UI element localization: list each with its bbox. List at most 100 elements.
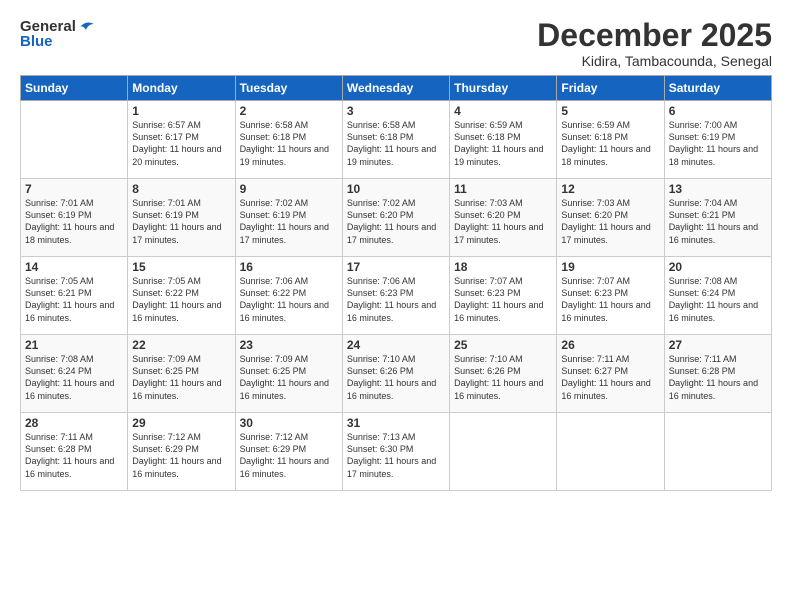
cell-info: Sunrise: 7:11 AMSunset: 6:27 PMDaylight:… — [561, 353, 659, 402]
cell-w4-d6: 26Sunrise: 7:11 AMSunset: 6:27 PMDayligh… — [557, 335, 664, 413]
day-number: 3 — [347, 104, 445, 118]
cell-w2-d1: 7Sunrise: 7:01 AMSunset: 6:19 PMDaylight… — [21, 179, 128, 257]
cell-info: Sunrise: 7:04 AMSunset: 6:21 PMDaylight:… — [669, 197, 767, 246]
day-number: 4 — [454, 104, 552, 118]
day-number: 28 — [25, 416, 123, 430]
day-number: 19 — [561, 260, 659, 274]
week-row-4: 21Sunrise: 7:08 AMSunset: 6:24 PMDayligh… — [21, 335, 772, 413]
cell-info: Sunrise: 7:11 AMSunset: 6:28 PMDaylight:… — [25, 431, 123, 480]
day-number: 10 — [347, 182, 445, 196]
cell-info: Sunrise: 7:07 AMSunset: 6:23 PMDaylight:… — [561, 275, 659, 324]
cell-w4-d3: 23Sunrise: 7:09 AMSunset: 6:25 PMDayligh… — [235, 335, 342, 413]
title-block: December 2025 Kidira, Tambacounda, Seneg… — [537, 18, 772, 69]
day-number: 29 — [132, 416, 230, 430]
day-number: 17 — [347, 260, 445, 274]
cell-info: Sunrise: 7:05 AMSunset: 6:22 PMDaylight:… — [132, 275, 230, 324]
cell-info: Sunrise: 7:02 AMSunset: 6:20 PMDaylight:… — [347, 197, 445, 246]
cell-info: Sunrise: 7:06 AMSunset: 6:22 PMDaylight:… — [240, 275, 338, 324]
day-number: 30 — [240, 416, 338, 430]
logo-swoosh — [78, 20, 96, 34]
cell-info: Sunrise: 7:03 AMSunset: 6:20 PMDaylight:… — [561, 197, 659, 246]
location-subtitle: Kidira, Tambacounda, Senegal — [537, 53, 772, 69]
header-saturday: Saturday — [664, 76, 771, 101]
cell-w4-d5: 25Sunrise: 7:10 AMSunset: 6:26 PMDayligh… — [450, 335, 557, 413]
cell-w4-d4: 24Sunrise: 7:10 AMSunset: 6:26 PMDayligh… — [342, 335, 449, 413]
cell-info: Sunrise: 7:02 AMSunset: 6:19 PMDaylight:… — [240, 197, 338, 246]
day-number: 11 — [454, 182, 552, 196]
header-row: Sunday Monday Tuesday Wednesday Thursday… — [21, 76, 772, 101]
cell-info: Sunrise: 7:03 AMSunset: 6:20 PMDaylight:… — [454, 197, 552, 246]
cell-w3-d5: 18Sunrise: 7:07 AMSunset: 6:23 PMDayligh… — [450, 257, 557, 335]
cell-w3-d7: 20Sunrise: 7:08 AMSunset: 6:24 PMDayligh… — [664, 257, 771, 335]
cell-info: Sunrise: 6:59 AMSunset: 6:18 PMDaylight:… — [454, 119, 552, 168]
cell-w2-d4: 10Sunrise: 7:02 AMSunset: 6:20 PMDayligh… — [342, 179, 449, 257]
cell-w5-d1: 28Sunrise: 7:11 AMSunset: 6:28 PMDayligh… — [21, 413, 128, 491]
cell-w3-d1: 14Sunrise: 7:05 AMSunset: 6:21 PMDayligh… — [21, 257, 128, 335]
day-number: 13 — [669, 182, 767, 196]
cell-info: Sunrise: 7:10 AMSunset: 6:26 PMDaylight:… — [347, 353, 445, 402]
cell-w5-d7 — [664, 413, 771, 491]
cell-info: Sunrise: 7:09 AMSunset: 6:25 PMDaylight:… — [240, 353, 338, 402]
logo-blue: Blue — [20, 33, 53, 50]
cell-w1-d5: 4Sunrise: 6:59 AMSunset: 6:18 PMDaylight… — [450, 101, 557, 179]
cell-info: Sunrise: 7:00 AMSunset: 6:19 PMDaylight:… — [669, 119, 767, 168]
week-row-3: 14Sunrise: 7:05 AMSunset: 6:21 PMDayligh… — [21, 257, 772, 335]
week-row-5: 28Sunrise: 7:11 AMSunset: 6:28 PMDayligh… — [21, 413, 772, 491]
day-number: 12 — [561, 182, 659, 196]
cell-info: Sunrise: 7:08 AMSunset: 6:24 PMDaylight:… — [669, 275, 767, 324]
week-row-2: 7Sunrise: 7:01 AMSunset: 6:19 PMDaylight… — [21, 179, 772, 257]
cell-w5-d5 — [450, 413, 557, 491]
cell-info: Sunrise: 6:59 AMSunset: 6:18 PMDaylight:… — [561, 119, 659, 168]
day-number: 2 — [240, 104, 338, 118]
day-number: 25 — [454, 338, 552, 352]
cell-w4-d1: 21Sunrise: 7:08 AMSunset: 6:24 PMDayligh… — [21, 335, 128, 413]
header-wednesday: Wednesday — [342, 76, 449, 101]
cell-info: Sunrise: 7:11 AMSunset: 6:28 PMDaylight:… — [669, 353, 767, 402]
day-number: 21 — [25, 338, 123, 352]
day-number: 7 — [25, 182, 123, 196]
day-number: 22 — [132, 338, 230, 352]
cell-w1-d3: 2Sunrise: 6:58 AMSunset: 6:18 PMDaylight… — [235, 101, 342, 179]
cell-w4-d2: 22Sunrise: 7:09 AMSunset: 6:25 PMDayligh… — [128, 335, 235, 413]
day-number: 9 — [240, 182, 338, 196]
logo: General Blue — [20, 18, 96, 51]
cell-w2-d7: 13Sunrise: 7:04 AMSunset: 6:21 PMDayligh… — [664, 179, 771, 257]
cell-w3-d4: 17Sunrise: 7:06 AMSunset: 6:23 PMDayligh… — [342, 257, 449, 335]
day-number: 6 — [669, 104, 767, 118]
cell-info: Sunrise: 6:58 AMSunset: 6:18 PMDaylight:… — [347, 119, 445, 168]
cell-w1-d1 — [21, 101, 128, 179]
header-friday: Friday — [557, 76, 664, 101]
header-monday: Monday — [128, 76, 235, 101]
header-tuesday: Tuesday — [235, 76, 342, 101]
header: General Blue December 2025 Kidira, Tamba… — [20, 18, 772, 69]
cell-w5-d3: 30Sunrise: 7:12 AMSunset: 6:29 PMDayligh… — [235, 413, 342, 491]
header-sunday: Sunday — [21, 76, 128, 101]
day-number: 24 — [347, 338, 445, 352]
day-number: 20 — [669, 260, 767, 274]
cell-info: Sunrise: 7:10 AMSunset: 6:26 PMDaylight:… — [454, 353, 552, 402]
cell-w4-d7: 27Sunrise: 7:11 AMSunset: 6:28 PMDayligh… — [664, 335, 771, 413]
cell-info: Sunrise: 7:07 AMSunset: 6:23 PMDaylight:… — [454, 275, 552, 324]
cell-w1-d2: 1Sunrise: 6:57 AMSunset: 6:17 PMDaylight… — [128, 101, 235, 179]
cell-info: Sunrise: 7:12 AMSunset: 6:29 PMDaylight:… — [240, 431, 338, 480]
calendar-page: General Blue December 2025 Kidira, Tamba… — [0, 0, 792, 612]
day-number: 8 — [132, 182, 230, 196]
day-number: 15 — [132, 260, 230, 274]
cell-w2-d5: 11Sunrise: 7:03 AMSunset: 6:20 PMDayligh… — [450, 179, 557, 257]
day-number: 18 — [454, 260, 552, 274]
cell-info: Sunrise: 7:09 AMSunset: 6:25 PMDaylight:… — [132, 353, 230, 402]
cell-w1-d7: 6Sunrise: 7:00 AMSunset: 6:19 PMDaylight… — [664, 101, 771, 179]
day-number: 27 — [669, 338, 767, 352]
cell-w2-d3: 9Sunrise: 7:02 AMSunset: 6:19 PMDaylight… — [235, 179, 342, 257]
cell-info: Sunrise: 7:01 AMSunset: 6:19 PMDaylight:… — [132, 197, 230, 246]
week-row-1: 1Sunrise: 6:57 AMSunset: 6:17 PMDaylight… — [21, 101, 772, 179]
month-title: December 2025 — [537, 18, 772, 53]
header-thursday: Thursday — [450, 76, 557, 101]
cell-info: Sunrise: 7:08 AMSunset: 6:24 PMDaylight:… — [25, 353, 123, 402]
cell-info: Sunrise: 7:13 AMSunset: 6:30 PMDaylight:… — [347, 431, 445, 480]
cell-info: Sunrise: 6:58 AMSunset: 6:18 PMDaylight:… — [240, 119, 338, 168]
calendar-table: Sunday Monday Tuesday Wednesday Thursday… — [20, 75, 772, 491]
day-number: 14 — [25, 260, 123, 274]
day-number: 16 — [240, 260, 338, 274]
cell-info: Sunrise: 7:01 AMSunset: 6:19 PMDaylight:… — [25, 197, 123, 246]
